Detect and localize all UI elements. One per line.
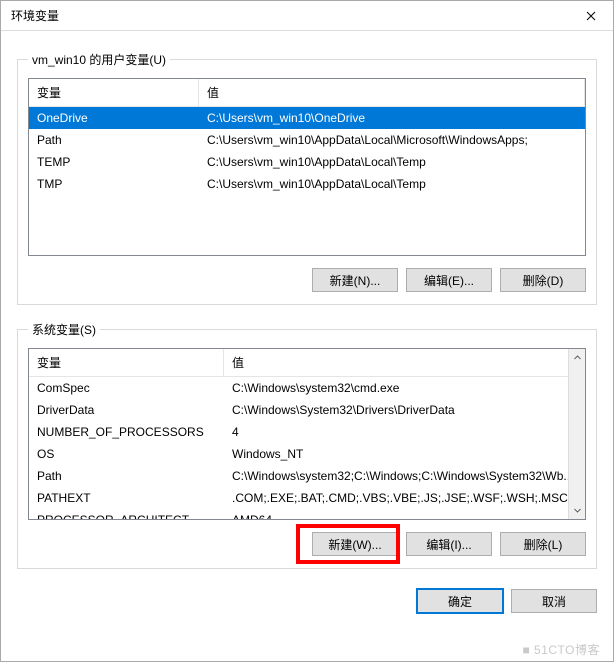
table-row[interactable]: NUMBER_OF_PROCESSORS4 [29,421,585,443]
system-new-button[interactable]: 新建(W)... [312,532,398,556]
system-edit-button[interactable]: 编辑(I)... [406,532,492,556]
cell-value: C:\Users\vm_win10\AppData\Local\Microsof… [199,131,585,149]
cell-name: OneDrive [29,109,199,127]
user-new-button[interactable]: 新建(N)... [312,268,398,292]
chevron-up-icon [574,354,581,361]
cell-name: PATHEXT [29,489,224,507]
system-variables-group: 系统变量(S) 变量 值 ComSpecC:\Windows\system32\… [17,321,597,569]
ok-button[interactable]: 确定 [417,589,503,613]
cell-name: PROCESSOR_ARCHITECT... [29,511,224,520]
cell-value: Windows_NT [224,445,585,463]
cell-value: C:\Windows\system32\cmd.exe [224,379,585,397]
cell-value: C:\Windows\System32\Drivers\DriverData [224,401,585,419]
table-row[interactable]: ComSpecC:\Windows\system32\cmd.exe [29,377,585,399]
cell-name: DriverData [29,401,224,419]
column-header-name[interactable]: 变量 [29,349,224,376]
table-row[interactable]: DriverDataC:\Windows\System32\Drivers\Dr… [29,399,585,421]
list-header: 变量 值 [29,349,585,377]
cell-name: Path [29,131,199,149]
scrollbar[interactable] [568,349,585,519]
table-row[interactable]: TMPC:\Users\vm_win10\AppData\Local\Temp [29,173,585,195]
window-title: 环境变量 [11,7,59,24]
user-variables-legend: vm_win10 的用户变量(U) [28,51,170,68]
user-variables-list[interactable]: 变量 值 OneDriveC:\Users\vm_win10\OneDriveP… [28,78,586,256]
cell-name: Path [29,467,224,485]
scroll-up-button[interactable] [569,349,585,366]
cell-name: NUMBER_OF_PROCESSORS [29,423,224,441]
column-header-value[interactable]: 值 [224,349,585,376]
cell-value: AMD64 [224,511,585,520]
system-delete-button[interactable]: 删除(L) [500,532,586,556]
cell-value: .COM;.EXE;.BAT;.CMD;.VBS;.VBE;.JS;.JSE;.… [224,489,585,507]
table-row[interactable]: PROCESSOR_ARCHITECT...AMD64 [29,509,585,520]
table-row[interactable]: TEMPC:\Users\vm_win10\AppData\Local\Temp [29,151,585,173]
dialog-footer: 确定 取消 [1,585,613,621]
cell-value: C:\Users\vm_win10\AppData\Local\Temp [199,175,585,193]
cancel-button[interactable]: 取消 [511,589,597,613]
cell-name: TMP [29,175,199,193]
watermark: ■ 51CTO博客 [522,641,600,658]
scroll-track[interactable] [569,366,585,502]
cell-value: C:\Users\vm_win10\AppData\Local\Temp [199,153,585,171]
table-row[interactable]: PATHEXT.COM;.EXE;.BAT;.CMD;.VBS;.VBE;.JS… [29,487,585,509]
table-row[interactable]: PathC:\Users\vm_win10\AppData\Local\Micr… [29,129,585,151]
user-variables-group: vm_win10 的用户变量(U) 变量 值 OneDriveC:\Users\… [17,51,597,305]
close-icon [586,11,596,21]
dialog-content: vm_win10 的用户变量(U) 变量 值 OneDriveC:\Users\… [1,31,613,569]
table-row[interactable]: PathC:\Windows\system32;C:\Windows;C:\Wi… [29,465,585,487]
user-delete-button[interactable]: 删除(D) [500,268,586,292]
table-row[interactable]: OSWindows_NT [29,443,585,465]
cell-name: OS [29,445,224,463]
cell-name: TEMP [29,153,199,171]
cell-value: C:\Windows\system32;C:\Windows;C:\Window… [224,467,585,485]
column-header-name[interactable]: 变量 [29,79,199,106]
chevron-down-icon [574,507,581,514]
table-row[interactable]: OneDriveC:\Users\vm_win10\OneDrive [29,107,585,129]
cell-name: ComSpec [29,379,224,397]
system-variables-buttons: 新建(W)... 编辑(I)... 删除(L) [28,532,586,556]
list-header: 变量 值 [29,79,585,107]
user-variables-buttons: 新建(N)... 编辑(E)... 删除(D) [28,268,586,292]
system-variables-legend: 系统变量(S) [28,321,100,338]
column-header-value[interactable]: 值 [199,79,585,106]
close-button[interactable] [568,1,613,31]
scroll-down-button[interactable] [569,502,585,519]
title-bar: 环境变量 [1,1,613,31]
user-edit-button[interactable]: 编辑(E)... [406,268,492,292]
cell-value: C:\Users\vm_win10\OneDrive [199,109,585,127]
cell-value: 4 [224,423,585,441]
system-variables-list[interactable]: 变量 值 ComSpecC:\Windows\system32\cmd.exeD… [28,348,586,520]
